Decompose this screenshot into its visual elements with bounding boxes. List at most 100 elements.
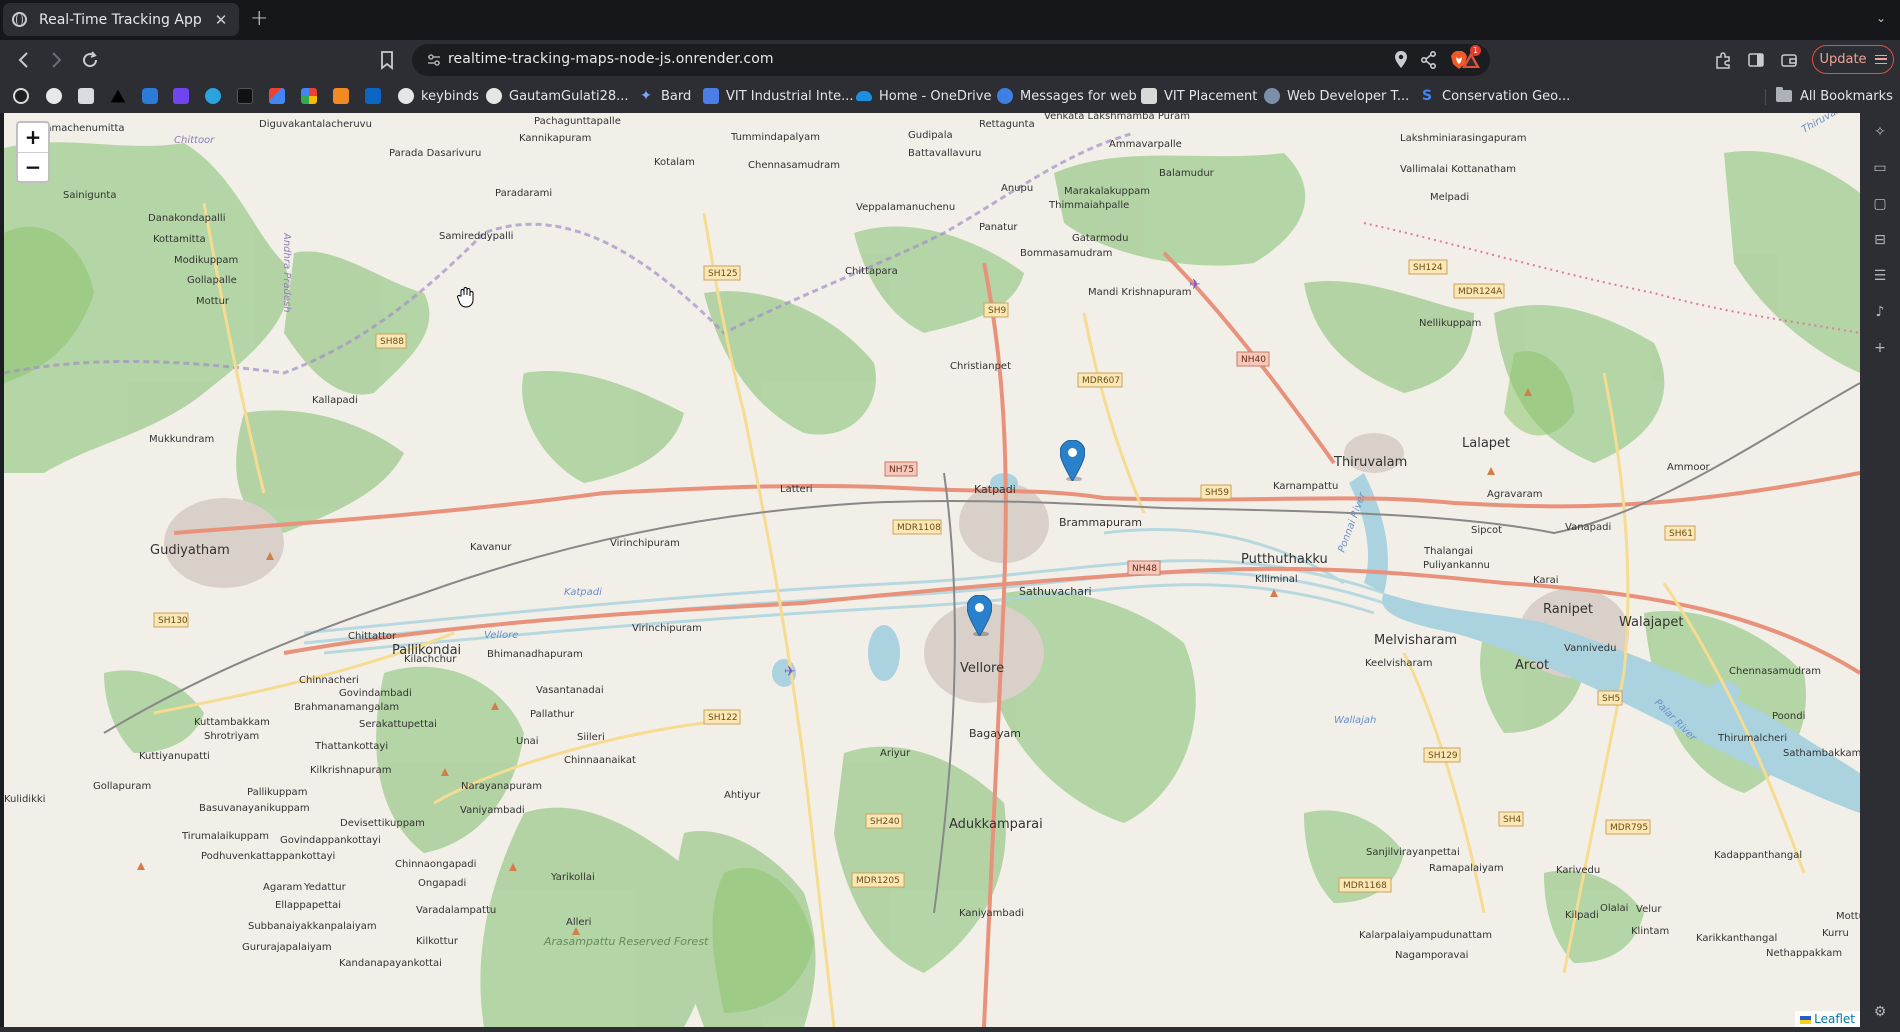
- svg-text:Brammapuram: Brammapuram: [1059, 516, 1142, 529]
- bookmark-onedrive[interactable]: Home - OneDrive: [856, 86, 991, 106]
- svg-text:NH48: NH48: [1132, 564, 1157, 574]
- svg-text:Subbanaiyakkanpalaiyam: Subbanaiyakkanpalaiyam: [248, 921, 377, 932]
- svg-text:Mukkundram: Mukkundram: [149, 434, 214, 445]
- svg-text:Narayanapuram: Narayanapuram: [461, 781, 542, 792]
- location-icon[interactable]: [1394, 50, 1408, 70]
- internshala-icon[interactable]: [333, 88, 349, 104]
- producthunt-icon[interactable]: [237, 88, 253, 104]
- svg-text:Kandanapayankottai: Kandanapayankottai: [339, 958, 442, 969]
- svg-text:Nellikuppam: Nellikuppam: [1419, 318, 1481, 329]
- media-icon[interactable]: ▭: [1871, 159, 1889, 177]
- zoom-out-button[interactable]: −: [18, 152, 48, 181]
- svg-text:Chittapara: Chittapara: [845, 266, 898, 277]
- vercel-icon[interactable]: [110, 89, 126, 103]
- wallet-icon[interactable]: [1779, 50, 1799, 70]
- google-icon[interactable]: [301, 88, 317, 104]
- forward-button[interactable]: [44, 48, 68, 72]
- globe-icon[interactable]: [46, 88, 62, 104]
- openai-icon[interactable]: [13, 88, 29, 104]
- svg-text:Shrotriyam: Shrotriyam: [204, 731, 259, 742]
- all-bookmarks-button[interactable]: All Bookmarks: [1776, 86, 1893, 106]
- music-icon[interactable]: ♪: [1871, 303, 1889, 321]
- svg-text:Gudipala: Gudipala: [908, 130, 953, 141]
- svg-text:Puliyankannu: Puliyankannu: [1423, 560, 1490, 571]
- svg-text:Gatarmodu: Gatarmodu: [1072, 233, 1128, 244]
- all-bookmarks-label: All Bookmarks: [1800, 88, 1893, 104]
- bookmark-conservation[interactable]: S Conservation Geo...: [1419, 86, 1570, 106]
- zoom-in-button[interactable]: +: [18, 123, 48, 152]
- add-icon[interactable]: +: [1871, 339, 1889, 357]
- svg-text:MDR795: MDR795: [1610, 823, 1648, 833]
- bookmark-vit-placement[interactable]: VIT Placement: [1141, 86, 1257, 106]
- svg-text:SH88: SH88: [380, 337, 404, 347]
- back-button[interactable]: [12, 48, 36, 72]
- browser-tab[interactable]: Real-Time Tracking App ✕: [3, 3, 239, 36]
- chevron-down-icon[interactable]: ⌄: [1876, 11, 1886, 25]
- svg-text:Gudiyatham: Gudiyatham: [150, 543, 230, 558]
- bookmark-vit-industrial[interactable]: VIT Industrial Inte...: [703, 86, 853, 106]
- svg-text:Sathuvachari: Sathuvachari: [1019, 585, 1092, 598]
- svg-text:Keelvisharam: Keelvisharam: [1365, 658, 1433, 669]
- reload-button[interactable]: [78, 48, 102, 72]
- bookmark-label: Messages for web: [1020, 88, 1137, 104]
- svg-text:NH75: NH75: [889, 465, 914, 475]
- notification-badge: 1: [1470, 45, 1481, 56]
- bookmark-button[interactable]: [375, 48, 399, 72]
- svg-text:Tirumalaikuppam: Tirumalaikuppam: [181, 831, 269, 842]
- browser-toolbar: realtime-tracking-maps-node-js.onrender.…: [0, 40, 1900, 80]
- svg-text:Thattankottayi: Thattankottayi: [314, 741, 388, 752]
- leaflet-attribution[interactable]: Leaflet: [1795, 1011, 1860, 1027]
- location-marker[interactable]: [1060, 440, 1085, 481]
- reading-list-icon[interactable]: ☰: [1871, 267, 1889, 285]
- wallet-icon[interactable]: ▢: [1871, 195, 1889, 213]
- cloud-icon[interactable]: [142, 88, 158, 104]
- attribution-link[interactable]: Leaflet: [1814, 1012, 1855, 1026]
- site-settings-icon[interactable]: [426, 52, 442, 68]
- leaflet-map[interactable]: Gudiyatham Vellore Ranipet Walajapet Arc…: [4, 113, 1860, 1027]
- bookmark-keybinds[interactable]: keybinds: [398, 86, 479, 106]
- location-marker[interactable]: [967, 595, 992, 636]
- brave-rewards-icon[interactable]: 1: [1460, 45, 1482, 71]
- svg-text:Vellore: Vellore: [484, 630, 518, 641]
- svg-text:Chinnacheri: Chinnacheri: [299, 675, 359, 686]
- svg-text:SH129: SH129: [1428, 751, 1458, 761]
- close-icon[interactable]: ✕: [212, 11, 230, 29]
- svg-text:Kottamitta: Kottamitta: [153, 234, 206, 245]
- svg-text:SH240: SH240: [870, 817, 900, 827]
- svg-text:Ammavarpalle: Ammavarpalle: [1109, 139, 1182, 150]
- extensions-icon[interactable]: [1713, 50, 1733, 70]
- bookmark-web-developer[interactable]: Web Developer T...: [1264, 86, 1409, 106]
- address-bar[interactable]: realtime-tracking-maps-node-js.onrender.…: [412, 44, 1490, 76]
- ui-icon[interactable]: [173, 88, 189, 104]
- svg-text:MDR124A: MDR124A: [1458, 287, 1503, 297]
- map-tiles[interactable]: Gudiyatham Vellore Ranipet Walajapet Arc…: [4, 113, 1860, 1027]
- svg-text:Kuttiyanupatti: Kuttiyanupatti: [139, 751, 210, 762]
- svg-text:Thimmaiahpalle: Thimmaiahpalle: [1048, 200, 1129, 211]
- sidebar-toggle-icon[interactable]: [1746, 50, 1766, 70]
- network-icon: [1264, 88, 1280, 104]
- svg-text:Diguvakantalacheruvu: Diguvakantalacheruvu: [259, 119, 372, 130]
- menu-icon: [1874, 55, 1887, 64]
- svg-text:Olalai: Olalai: [1600, 903, 1628, 914]
- svg-text:Kannikapuram: Kannikapuram: [519, 133, 591, 144]
- globe-icon: [12, 12, 27, 27]
- svg-text:Thiruvalla: Thiruvalla: [1800, 113, 1848, 136]
- leo-ai-icon[interactable]: ✧: [1871, 123, 1889, 141]
- bookmark-github[interactable]: GautamGulati28...: [486, 86, 629, 106]
- gear-icon[interactable]: ⚙: [1871, 1003, 1889, 1021]
- bookmarks-icon[interactable]: ⊟: [1871, 231, 1889, 249]
- svg-text:Basuvanayanikuppam: Basuvanayanikuppam: [199, 803, 310, 814]
- bookmark-messages[interactable]: Messages for web: [997, 86, 1137, 106]
- linkedin-icon[interactable]: [365, 88, 381, 104]
- svg-text:Virinchipuram: Virinchipuram: [632, 623, 702, 634]
- svg-text:Nagamporavai: Nagamporavai: [1395, 950, 1468, 961]
- svg-text:SH61: SH61: [1669, 529, 1693, 539]
- telegram-icon[interactable]: [205, 88, 221, 104]
- new-tab-button[interactable]: +: [250, 6, 268, 32]
- document-icon[interactable]: [78, 88, 94, 104]
- share-icon[interactable]: [1420, 50, 1438, 70]
- browser-window: Real-Time Tracking App ✕ + ⌄ realtime-tr…: [0, 0, 1900, 1032]
- gmail-icon[interactable]: [269, 88, 285, 104]
- update-button[interactable]: Update: [1812, 45, 1894, 74]
- bookmark-bard[interactable]: ✦ Bard: [638, 86, 691, 106]
